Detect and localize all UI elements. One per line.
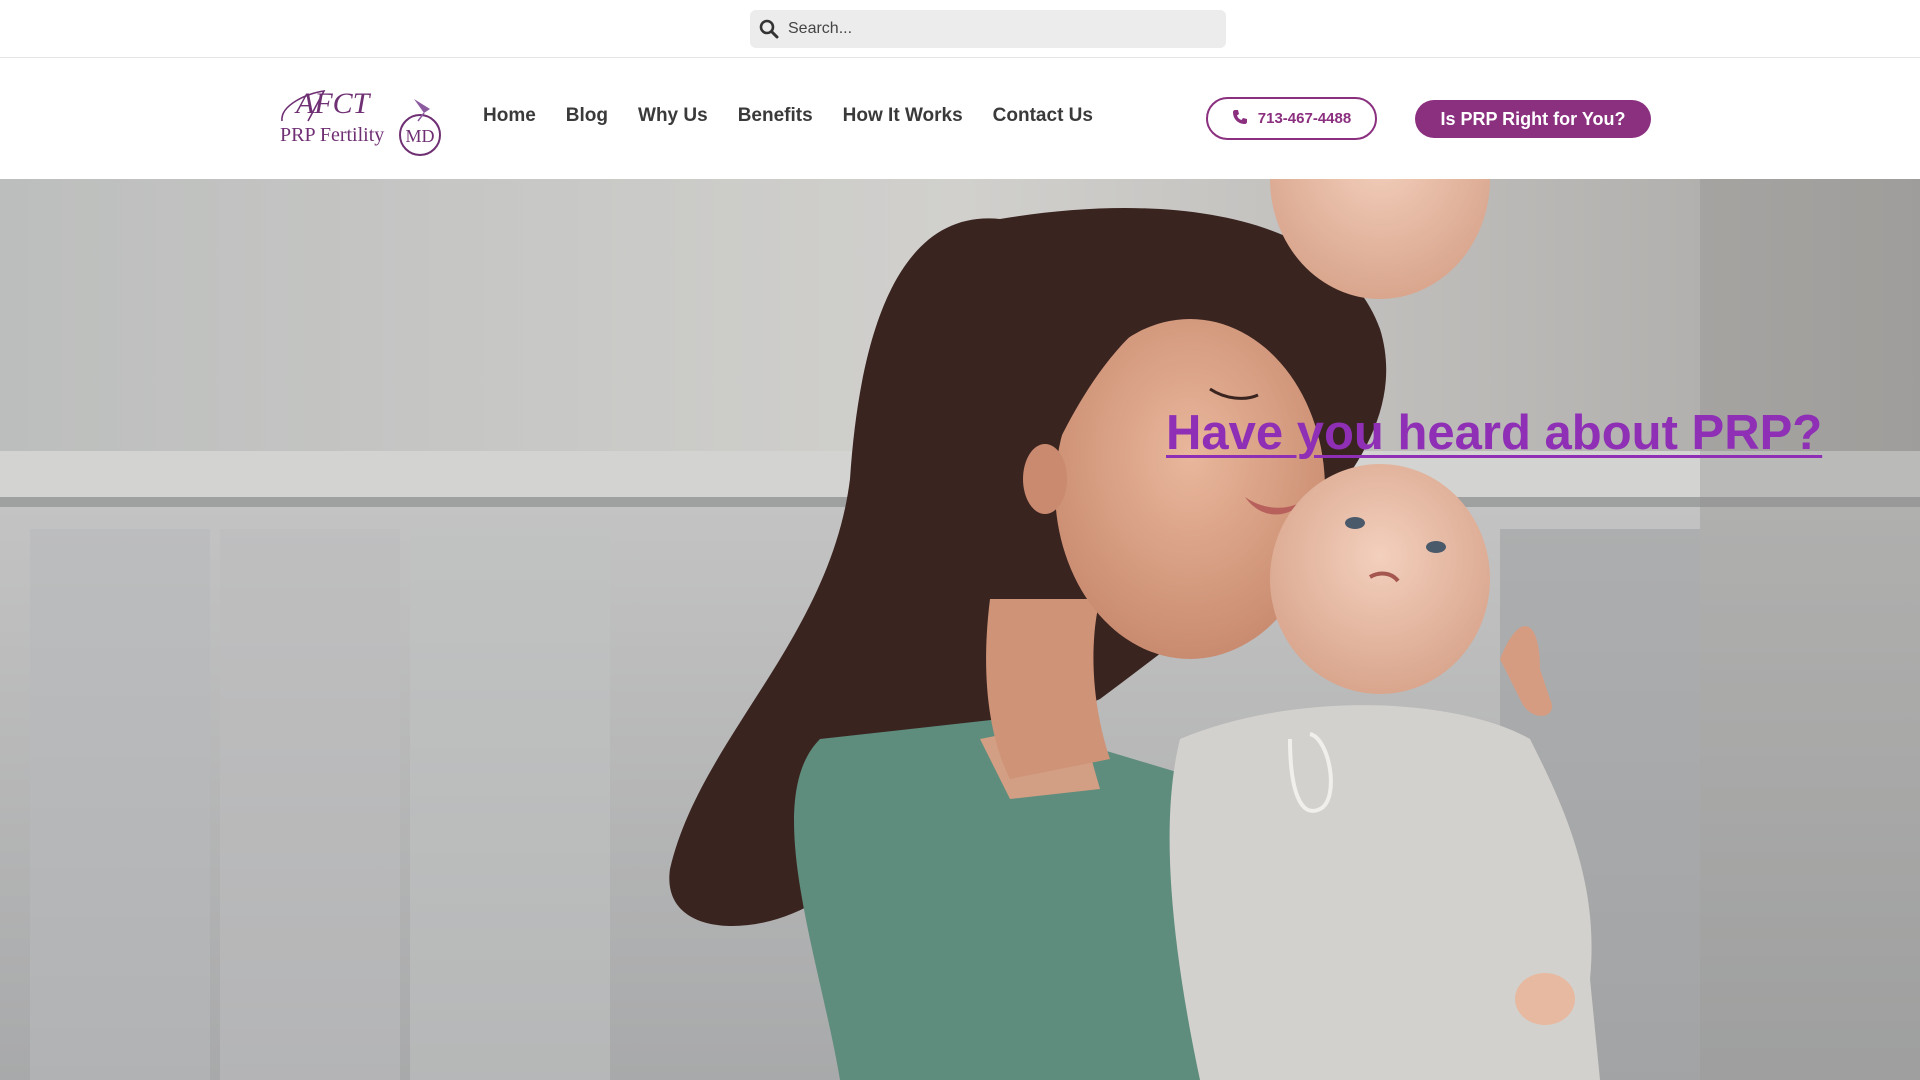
search-icon[interactable] [758,18,780,40]
search-input[interactable] [788,10,1208,48]
logo-afct-text: AFCT [294,87,372,120]
phone-button[interactable]: 713-467-4488 [1206,97,1377,140]
phone-icon [1232,109,1248,129]
nav-benefits[interactable]: Benefits [738,105,813,127]
nav-why-us[interactable]: Why Us [638,105,708,127]
main-nav: Home Blog Why Us Benefits How It Works C… [483,105,1123,127]
hero-section: Have you heard about PRP? [0,179,1920,1080]
nav-contact-us[interactable]: Contact Us [993,105,1093,127]
logo-md-text: MD [405,126,434,146]
nav-home[interactable]: Home [483,105,536,127]
prp-right-for-you-button[interactable]: Is PRP Right for You? [1415,100,1651,138]
nav-how-it-works[interactable]: How It Works [843,105,963,127]
hero-title[interactable]: Have you heard about PRP? [1166,405,1822,461]
search-box[interactable] [750,10,1226,48]
cta-label: Is PRP Right for You? [1440,108,1626,129]
logo-prp-text: PRP Fertility [280,124,384,146]
site-header: AFCT PRP Fertility MD Home Blog Why Us B… [0,59,1920,179]
top-search-bar [0,0,1920,58]
phone-number: 713-467-4488 [1257,110,1352,127]
hero-photo [0,179,1920,1080]
site-logo[interactable]: AFCT PRP Fertility MD [278,85,448,157]
nav-blog[interactable]: Blog [566,105,608,127]
